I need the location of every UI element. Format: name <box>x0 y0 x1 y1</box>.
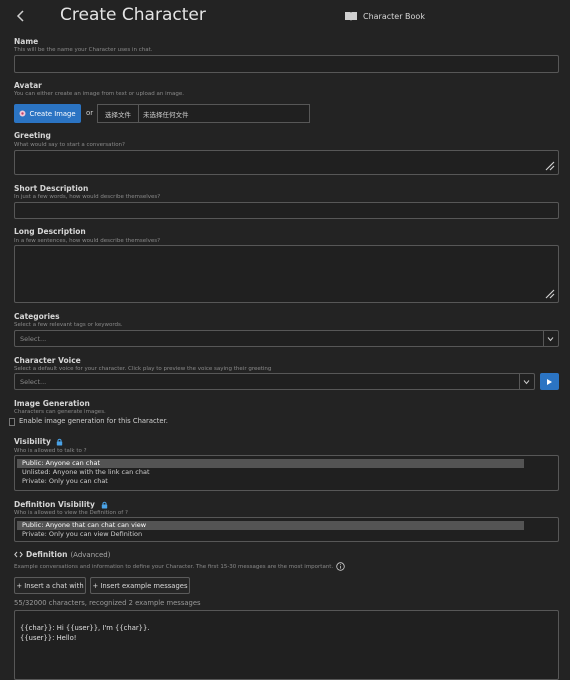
greeting-textarea[interactable] <box>14 150 559 175</box>
definition-visibility-label-text: Definition Visibility <box>14 500 95 509</box>
voice-dropdown-toggle[interactable] <box>519 374 534 389</box>
book-icon <box>345 11 357 21</box>
character-book-button[interactable]: Character Book <box>344 9 425 23</box>
definition-visibility-option[interactable]: Private: Only you can view Definition <box>17 530 524 539</box>
or-label: or <box>86 109 94 117</box>
image-generation-checkbox[interactable] <box>9 418 15 426</box>
choose-file-label: 选择文件 <box>105 110 131 119</box>
categories-label: Categories <box>14 312 60 321</box>
chevron-down-icon <box>547 336 554 341</box>
long-description-label: Long Description <box>14 227 86 236</box>
image-generation-hint: Characters can generate images. <box>14 409 106 415</box>
definition-visibility-option[interactable]: Public: Anyone that can chat can view <box>17 521 524 530</box>
name-hint: This will be the name your Character use… <box>14 47 153 53</box>
voice-select[interactable]: Select... <box>14 373 535 390</box>
visibility-option[interactable]: Unlisted: Anyone with the link can chat <box>17 468 524 477</box>
definition-visibility-hint: Who is allowed to view the Definition of… <box>14 510 128 516</box>
definition-label: Definition <box>26 550 68 559</box>
definition-header[interactable]: Definition (Advanced) <box>14 550 110 559</box>
play-icon <box>547 378 552 385</box>
greeting-label: Greeting <box>14 131 51 140</box>
short-description-input[interactable] <box>14 202 559 219</box>
categories-select[interactable]: Select... <box>14 330 559 347</box>
name-input[interactable] <box>14 55 559 73</box>
insert-chat-label: + Insert a chat with <box>16 581 84 590</box>
definition-textarea[interactable]: {{char}}: Hi {{user}}, I'm {{char}}. {{u… <box>14 610 559 680</box>
resize-handle-icon[interactable] <box>545 161 555 171</box>
chevron-left-icon <box>16 10 24 22</box>
no-file-label: 未选择任何文件 <box>143 110 189 119</box>
long-description-hint: In a few sentences, how would describe t… <box>14 238 161 244</box>
definition-line: {{char}}: Hi {{user}}, I'm {{char}}. <box>20 624 150 632</box>
visibility-hint: Who is allowed to talk to ? <box>14 448 87 454</box>
image-icon <box>19 110 26 117</box>
long-description-textarea[interactable] <box>14 245 559 303</box>
voice-label: Character Voice <box>14 356 81 365</box>
visibility-option[interactable]: Public: Anyone can chat <box>17 459 524 468</box>
definition-line: {{user}}: Hello! <box>20 634 77 642</box>
categories-hint: Select a few relevant tags or keywords. <box>14 322 123 328</box>
categories-dropdown-toggle[interactable] <box>543 331 558 346</box>
short-description-hint: In just a few words, how would describe … <box>14 194 161 200</box>
image-generation-checkbox-label: Enable image generation for this Charact… <box>19 417 168 425</box>
definition-counter: 55/32000 characters, recognized 2 exampl… <box>14 599 201 607</box>
visibility-option[interactable]: Private: Only you can chat <box>17 477 524 486</box>
visibility-listbox[interactable]: Public: Anyone can chat Unlisted: Anyone… <box>14 455 559 491</box>
resize-handle-icon[interactable] <box>545 289 555 299</box>
create-image-label: Create Image <box>29 109 76 118</box>
short-description-label: Short Description <box>14 184 89 193</box>
definition-advanced-label: (Advanced) <box>70 550 111 559</box>
back-button[interactable] <box>14 8 28 22</box>
character-book-label: Character Book <box>363 11 425 21</box>
lock-icon <box>101 501 107 509</box>
chevron-down-icon <box>523 379 530 384</box>
choose-file-button[interactable]: 选择文件 <box>98 105 139 122</box>
definition-visibility-label: Definition Visibility <box>14 500 108 509</box>
visibility-label: Visibility <box>14 437 63 446</box>
info-icon[interactable] <box>336 562 345 571</box>
voice-placeholder: Select... <box>20 377 47 386</box>
definition-hint: Example conversations and information to… <box>14 563 334 570</box>
voice-play-button[interactable] <box>540 373 559 390</box>
insert-example-messages-label: + Insert example messages <box>92 581 188 590</box>
avatar-label: Avatar <box>14 81 42 90</box>
categories-placeholder: Select... <box>20 334 47 343</box>
image-generation-label: Image Generation <box>14 399 90 408</box>
file-upload[interactable]: 选择文件 未选择任何文件 <box>97 104 310 123</box>
greeting-hint: What would say to start a conversation? <box>14 142 125 148</box>
insert-example-messages-button[interactable]: + Insert example messages <box>90 577 190 594</box>
insert-chat-button[interactable]: + Insert a chat with <box>14 577 86 594</box>
create-image-button[interactable]: Create Image <box>14 104 81 123</box>
page-title: Create Character <box>60 5 206 25</box>
definition-hint-row: Example conversations and information to… <box>14 562 345 571</box>
lock-icon <box>57 438 63 446</box>
definition-visibility-listbox[interactable]: Public: Anyone that can chat can view Pr… <box>14 517 559 542</box>
voice-hint: Select a default voice for your characte… <box>14 366 272 372</box>
visibility-label-text: Visibility <box>14 437 51 446</box>
code-icon <box>14 551 23 558</box>
avatar-hint: You can either create an image from text… <box>14 91 184 97</box>
name-label: Name <box>14 37 39 46</box>
